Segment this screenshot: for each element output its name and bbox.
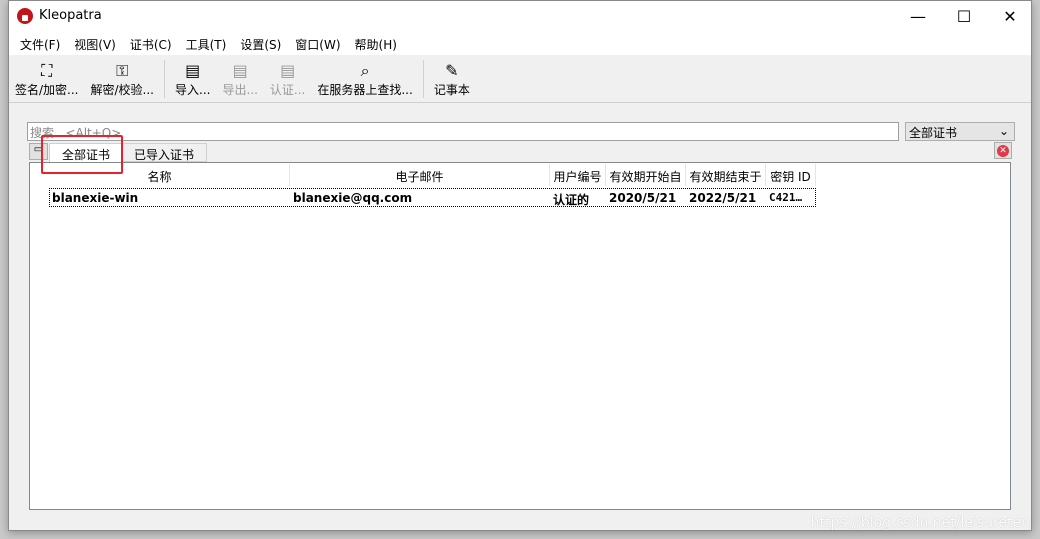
cell-email: blanexie@qq.com bbox=[293, 191, 413, 205]
menu-certificates[interactable]: 证书(C) bbox=[123, 31, 179, 55]
close-window-button[interactable]: ✕ bbox=[987, 1, 1033, 31]
menu-help[interactable]: 帮助(H) bbox=[348, 31, 404, 55]
toolbar-separator bbox=[422, 60, 424, 98]
cell-valid-from: 2020/5/21 bbox=[609, 191, 677, 205]
certificate-table: 名称 电子邮件 用户编号 有效期开始自 有效期结束于 密钥 ID blanexi… bbox=[29, 162, 1011, 510]
certificate-filter-select[interactable]: 全部证书 ⌄ bbox=[905, 122, 1015, 141]
menu-bar: 文件(F) 视图(V) 证书(C) 工具(T) 设置(S) 窗口(W) 帮助(H… bbox=[9, 31, 1031, 55]
sign-label: 签名/加密... bbox=[15, 83, 79, 97]
sign-encrypt-button[interactable]: ⛶ 签名/加密... bbox=[9, 55, 85, 102]
certify-icon: ▤ bbox=[280, 61, 296, 80]
column-header-user-id[interactable]: 用户编号 bbox=[550, 164, 606, 186]
column-header-valid-until[interactable]: 有效期结束于 bbox=[686, 164, 766, 186]
column-header-email[interactable]: 电子邮件 bbox=[290, 164, 550, 186]
menu-window[interactable]: 窗口(W) bbox=[288, 31, 347, 55]
decrypt-label: 解密/校验... bbox=[90, 83, 155, 97]
toolbar-separator bbox=[164, 60, 165, 98]
cell-user-id: 认证的 bbox=[553, 193, 590, 207]
export-icon: ▤ bbox=[232, 61, 248, 80]
import-label: 导入... bbox=[175, 83, 211, 97]
cell-valid-until: 2022/5/21 bbox=[689, 191, 757, 205]
cell-key-id: C421… bbox=[769, 191, 803, 204]
tab-imported-certificates[interactable]: 已导入证书 bbox=[121, 143, 208, 162]
lookup-on-server-button[interactable]: ⌕ 在服务器上查找... bbox=[311, 55, 418, 102]
close-icon: ✕ bbox=[997, 145, 1009, 157]
kleopatra-window: Kleopatra — ☐ ✕ 文件(F) 视图(V) 证书(C) 工具(T) … bbox=[8, 0, 1032, 531]
kleopatra-logo-icon bbox=[17, 8, 33, 24]
cell-name: blanexie-win bbox=[52, 191, 139, 205]
column-header-key-id[interactable]: 密钥 ID bbox=[766, 164, 816, 186]
export-button[interactable]: ▤ 导出... bbox=[216, 55, 263, 102]
decrypt-verify-icon: ⚿ bbox=[116, 61, 129, 80]
menu-view[interactable]: 视图(V) bbox=[67, 31, 123, 55]
certify-button[interactable]: ▤ 认证... bbox=[264, 55, 311, 102]
title-bar: Kleopatra — ☐ ✕ bbox=[9, 1, 1031, 31]
watermark: https://blog.csdn.net/leisureten bbox=[810, 515, 1030, 531]
lookup-label: 在服务器上查找... bbox=[317, 83, 413, 97]
notepad-button[interactable]: ✎ 记事本 bbox=[428, 55, 476, 102]
window-title: Kleopatra bbox=[39, 8, 102, 23]
pencil-icon: ✎ bbox=[445, 61, 459, 80]
search-input[interactable]: 搜索...<Alt+Q> bbox=[27, 122, 899, 141]
export-label: 导出... bbox=[222, 83, 258, 97]
sign-encrypt-icon: ⛶ bbox=[41, 61, 53, 80]
search-icon: ⌕ bbox=[360, 61, 370, 80]
toolbar: ⛶ 签名/加密... ⚿ 解密/校验... ▤ 导入... ▤ 导出... ▤ 认证...… bbox=[9, 55, 1031, 103]
menu-tools[interactable]: 工具(T) bbox=[179, 31, 234, 55]
filter-value: 全部证书 bbox=[909, 126, 958, 140]
import-button[interactable]: ▤ 导入... bbox=[169, 55, 216, 102]
highlight-annotation bbox=[41, 135, 123, 174]
chevron-down-icon: ⌄ bbox=[998, 124, 1009, 138]
minimize-button[interactable]: — bbox=[895, 1, 941, 31]
decrypt-verify-button[interactable]: ⚿ 解密/校验... bbox=[85, 55, 161, 102]
certify-label: 认证... bbox=[269, 83, 306, 97]
menu-settings[interactable]: 设置(S) bbox=[233, 31, 288, 55]
menu-file[interactable]: 文件(F) bbox=[13, 31, 67, 55]
column-header-valid-from[interactable]: 有效期开始自 bbox=[606, 164, 686, 186]
import-icon: ▤ bbox=[185, 61, 201, 80]
close-tab-button[interactable]: ✕ bbox=[994, 142, 1012, 159]
notepad-label: 记事本 bbox=[433, 83, 470, 97]
maximize-button[interactable]: ☐ bbox=[941, 1, 987, 31]
